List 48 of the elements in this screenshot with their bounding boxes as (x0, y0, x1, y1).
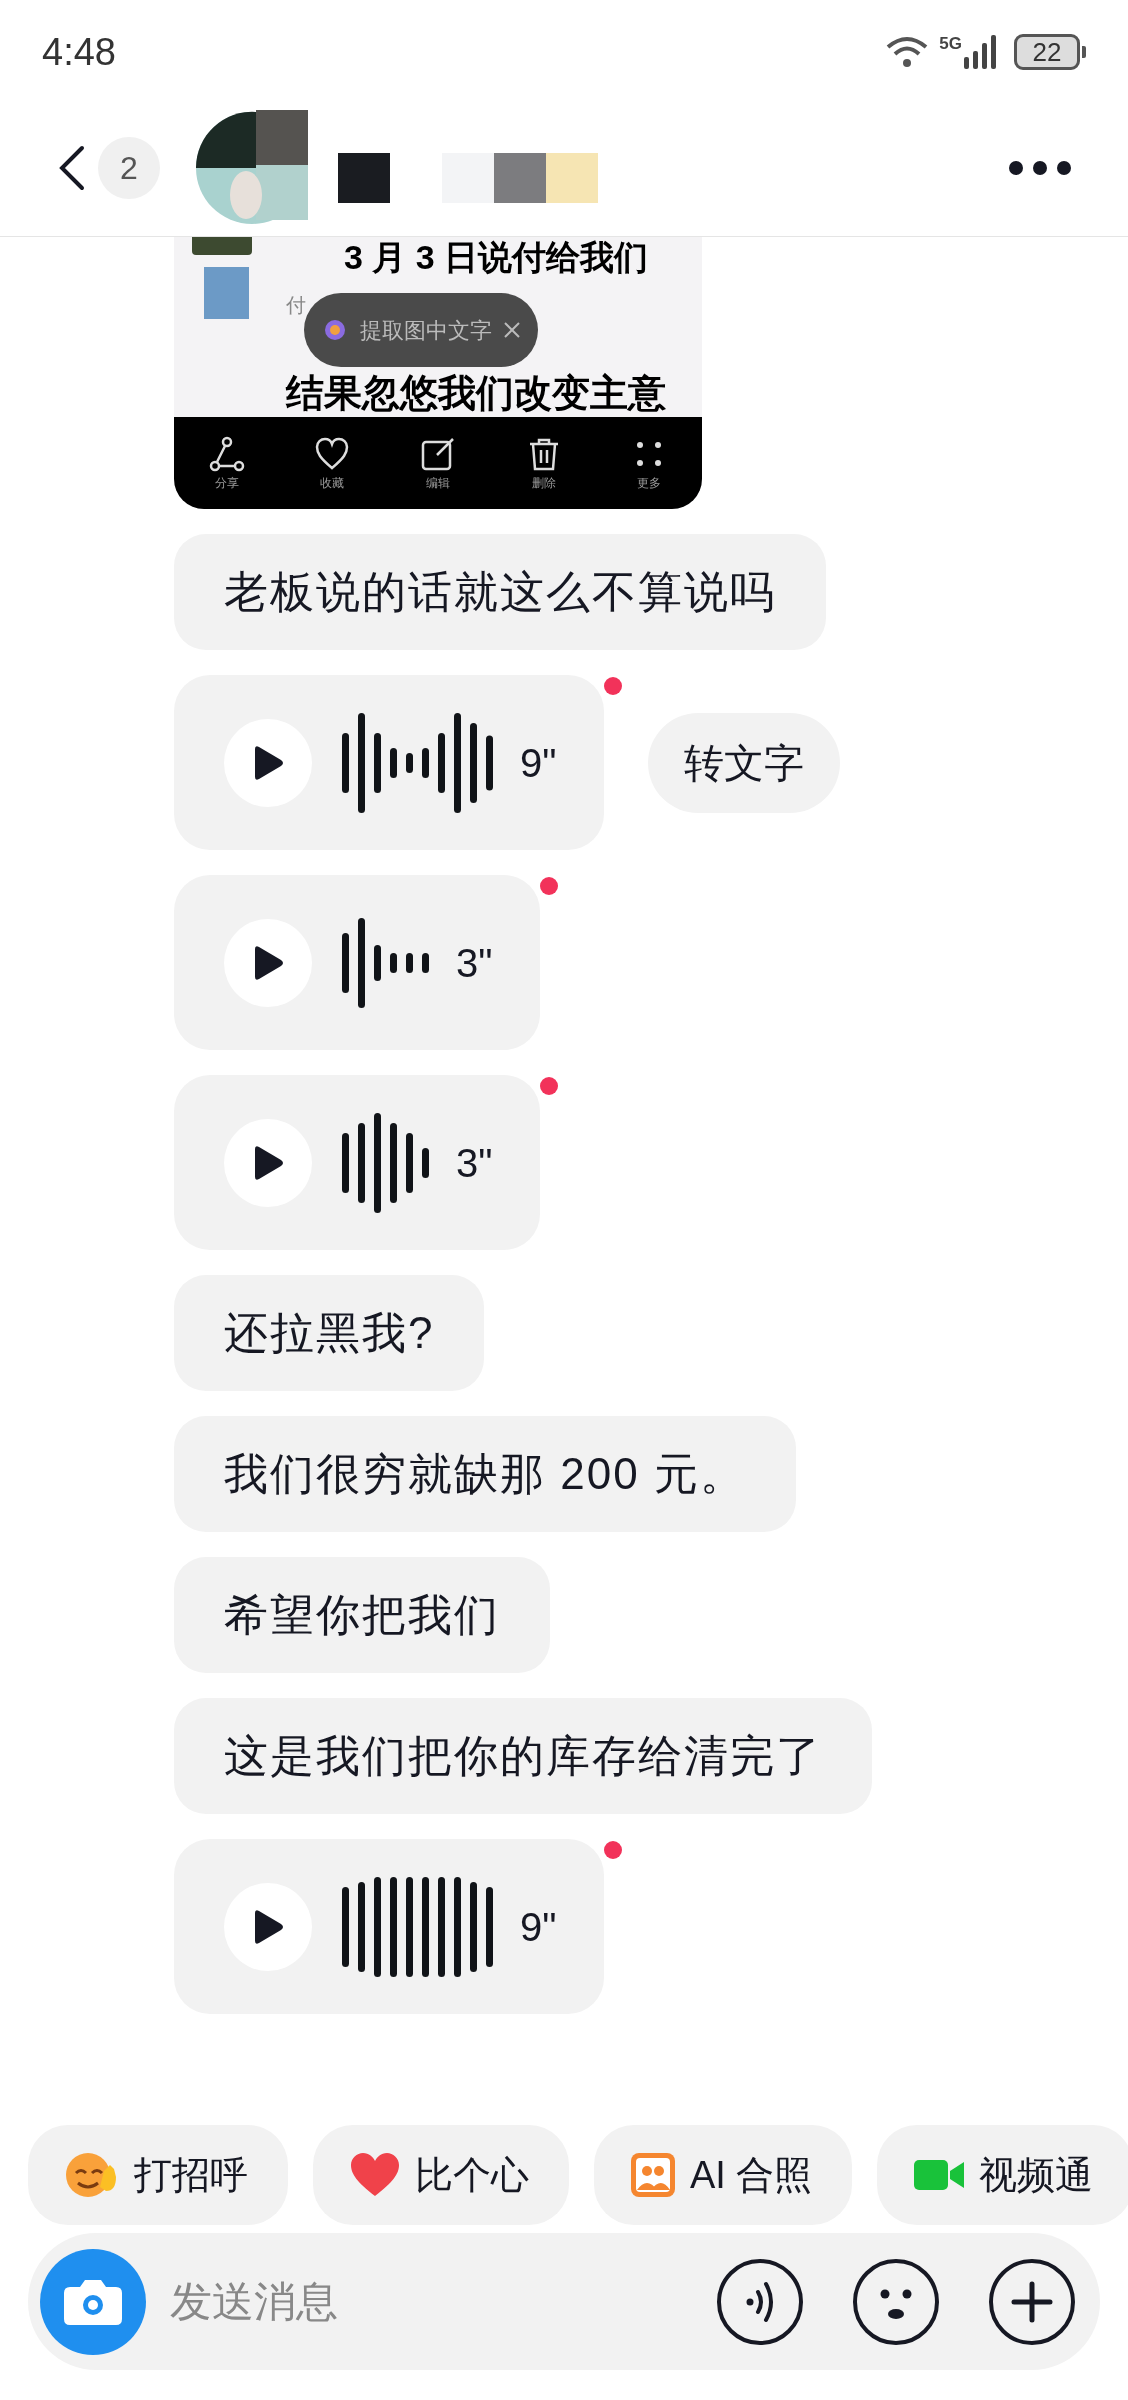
voice-message[interactable]: 9" (174, 675, 605, 850)
voice-message[interactable]: 3" (174, 875, 541, 1050)
toolbar-label: 收藏 (320, 476, 345, 490)
more-icon[interactable] (1008, 160, 1072, 176)
heart-icon[interactable] (314, 436, 351, 472)
status-time: 4:48 (42, 29, 116, 75)
transcribe-button[interactable]: 转文字 (648, 712, 841, 813)
message-bubble: 老板说的话就这么不算说吗 (174, 534, 826, 650)
signal-icon (964, 35, 998, 69)
message-input[interactable]: 发送消息 (170, 2270, 716, 2333)
message-bubble: 还拉黑我? (174, 1275, 485, 1391)
image-text: 结果忽悠我们改变主意 (286, 371, 666, 415)
battery-tip-icon (1082, 46, 1086, 58)
emoji-icon[interactable] (852, 2257, 940, 2346)
unread-count-badge: 2 (98, 137, 160, 199)
voice-input-icon[interactable] (716, 2257, 804, 2346)
message-bubble: 希望你把我们 (174, 1557, 550, 1673)
quick-action-chip[interactable]: 比个心 (313, 2125, 569, 2225)
plus-icon[interactable] (988, 2257, 1076, 2346)
toolbar-label: 分享 (214, 476, 239, 490)
battery-level: 22 (1014, 34, 1080, 70)
voice-message[interactable]: 9" (174, 1839, 605, 2014)
toolbar-label: 删除 (531, 476, 556, 490)
message-bubble: 我们很穷就缺那 200 元。 (174, 1416, 796, 1532)
network-type: 5G (939, 35, 962, 53)
voice-duration: 9" (520, 739, 558, 787)
toolbar-label: 编辑 (426, 476, 450, 490)
video-camera-icon (913, 2158, 966, 2192)
quick-action-chip[interactable]: AI 合照 (594, 2125, 853, 2225)
group-photo-icon (630, 2152, 676, 2198)
wifi-icon (885, 35, 930, 69)
close-icon[interactable] (502, 320, 522, 340)
quick-action-chip[interactable]: 视频通 (877, 2125, 1128, 2225)
toolbar-label: 更多 (637, 476, 662, 490)
share-icon[interactable] (208, 436, 245, 472)
voice-message[interactable]: 3" (174, 1075, 541, 1250)
voice-duration: 9" (520, 1903, 558, 1951)
quick-action-chip[interactable]: 打招呼 (28, 2125, 288, 2225)
edit-icon[interactable] (420, 436, 456, 472)
image-text: 3 月 3 日说付给我们 (344, 237, 649, 277)
chip-label: 提取图中文字 (360, 316, 492, 345)
voice-duration: 3" (456, 1139, 494, 1187)
message-bubble: 这是我们把你的库存给清完了 (174, 1698, 872, 1814)
heart-icon (349, 2152, 401, 2198)
voice-duration: 3" (456, 939, 494, 987)
shared-screenshot[interactable]: 3 月 3 日说付给我们 付 提取图中文字 结果忽悠我们改变主意 分享 收藏 编辑 删除 更多 (174, 237, 702, 509)
image-text: 付 (286, 293, 306, 317)
extract-text-chip[interactable]: 提取图中文字 (304, 293, 538, 367)
